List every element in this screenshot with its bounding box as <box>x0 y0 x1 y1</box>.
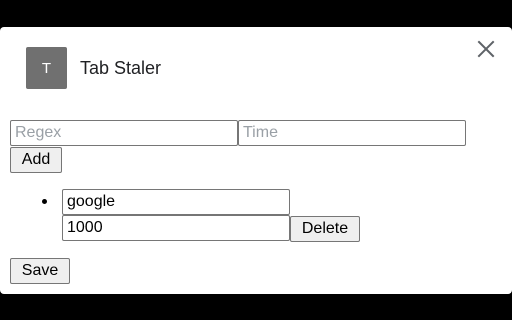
save-button[interactable]: Save <box>10 258 70 284</box>
extension-popup: T Tab Staler Add Delete Save <box>0 27 512 294</box>
rule-time-field[interactable] <box>62 215 290 241</box>
add-button[interactable]: Add <box>10 147 62 173</box>
popup-header: T Tab Staler <box>26 47 161 89</box>
regex-input[interactable] <box>10 120 238 146</box>
close-icon[interactable] <box>476 39 496 59</box>
rule-regex-field[interactable] <box>62 189 290 215</box>
time-input[interactable] <box>238 120 466 146</box>
bullet-icon <box>42 199 47 204</box>
delete-button[interactable]: Delete <box>290 216 360 242</box>
app-icon: T <box>26 47 67 89</box>
app-title: Tab Staler <box>80 57 162 78</box>
app-icon-letter: T <box>41 59 52 77</box>
